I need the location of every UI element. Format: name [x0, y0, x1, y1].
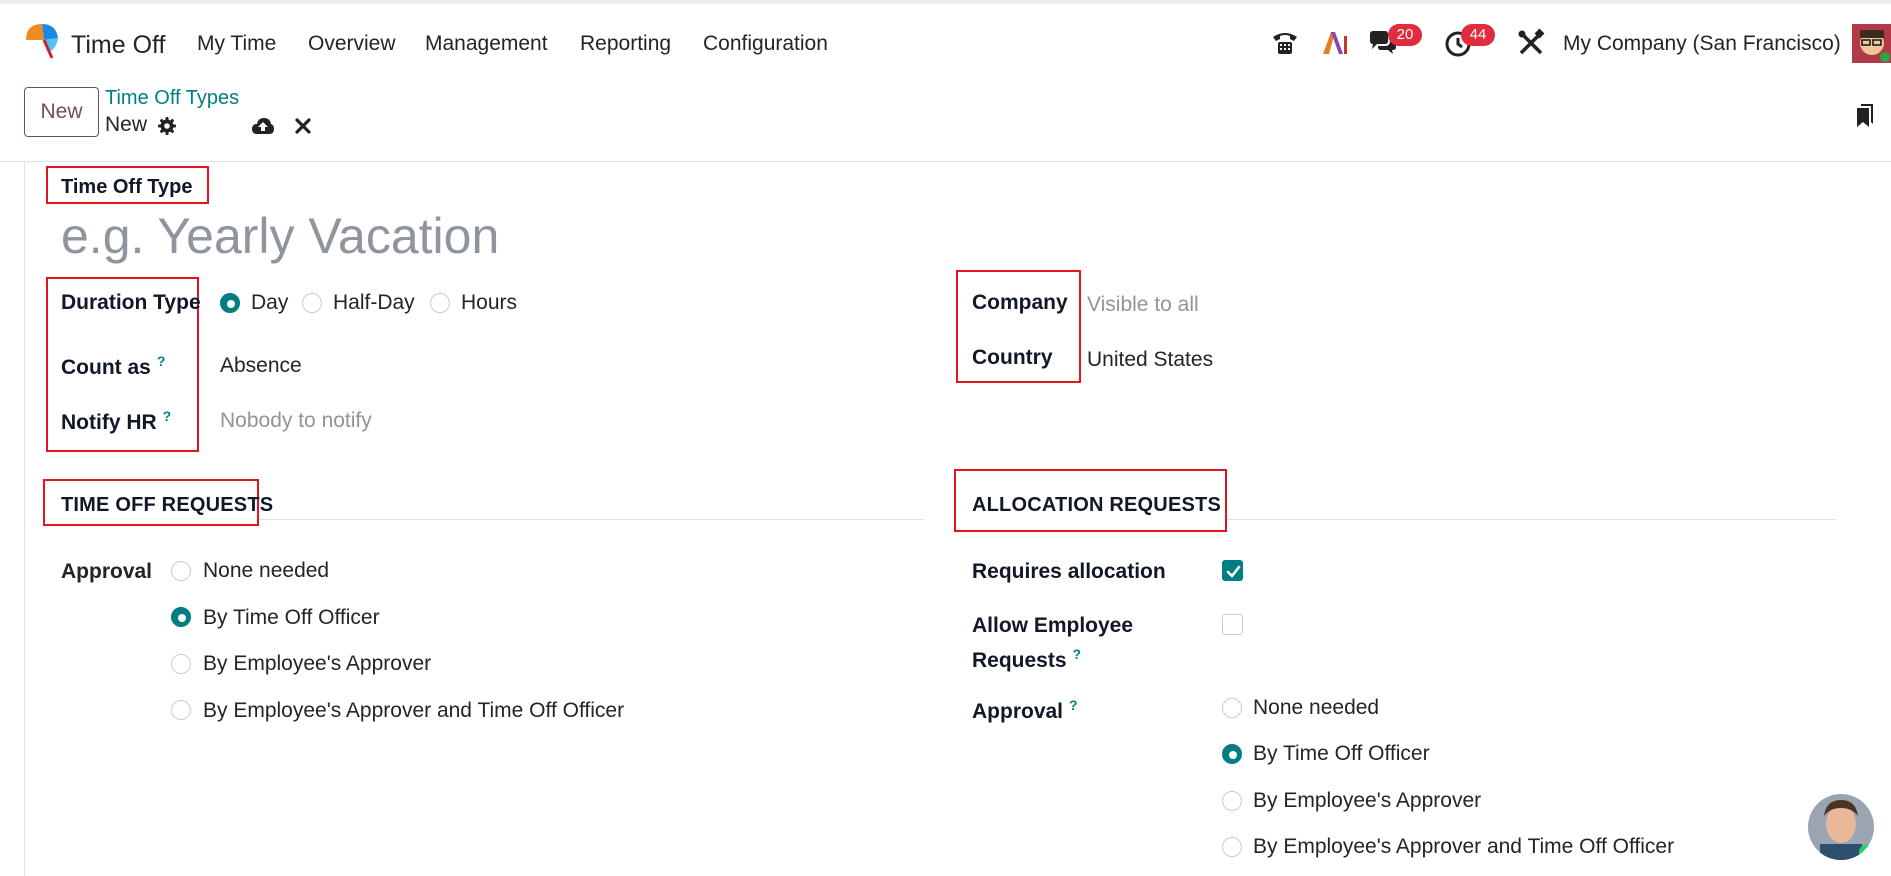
livechat-avatar[interactable]: [1808, 794, 1874, 860]
alloc-approval-both-radio[interactable]: [1222, 837, 1242, 857]
alloc-approval-employee-approver-radio[interactable]: [1222, 791, 1242, 811]
approval-employee-approver-label[interactable]: By Employee's Approver: [203, 652, 431, 676]
alloc-approval-employee-approver-label[interactable]: By Employee's Approver: [1253, 789, 1481, 813]
company-switcher[interactable]: My Company (San Francisco): [1563, 32, 1841, 56]
duration-hours-label[interactable]: Hours: [461, 291, 517, 315]
new-button[interactable]: New: [24, 87, 99, 137]
allocation-approval-label: Approval?: [972, 697, 1078, 723]
allow-employee-requests-checkbox[interactable]: [1222, 614, 1243, 635]
alloc-approval-none-radio[interactable]: [1222, 698, 1242, 718]
menu-my-time[interactable]: My Time: [197, 32, 276, 56]
duration-type-label: Duration Type: [61, 291, 201, 314]
alloc-approval-none-label[interactable]: None needed: [1253, 696, 1379, 720]
activities-badge: 44: [1461, 24, 1495, 46]
approval-label: Approval: [61, 560, 153, 583]
discard-close-icon[interactable]: [295, 118, 311, 134]
requires-allocation-label: Requires allocation: [972, 560, 1166, 583]
time-off-type-name-input[interactable]: e.g. Yearly Vacation: [61, 207, 499, 265]
section-divider: [259, 519, 924, 520]
section-divider: [1227, 519, 1836, 520]
duration-half-day-label[interactable]: Half-Day: [333, 291, 415, 315]
notify-hr-label: Notify HR?: [61, 408, 172, 434]
approval-employee-approver-radio[interactable]: [171, 654, 191, 674]
country-field[interactable]: United States: [1087, 348, 1213, 372]
control-panel: New Time Off Types New: [0, 80, 1891, 162]
alloc-approval-both-label[interactable]: By Employee's Approver and Time Off Offi…: [1253, 835, 1674, 859]
checkmark-icon: [1226, 565, 1241, 578]
time-off-requests-title: TIME OFF REQUESTS: [61, 494, 274, 516]
menu-configuration[interactable]: Configuration: [703, 32, 828, 56]
notify-hr-field[interactable]: Nobody to notify: [220, 409, 372, 433]
company-field[interactable]: Visible to all: [1087, 293, 1199, 317]
alloc-approval-officer-radio[interactable]: [1222, 744, 1242, 764]
requires-allocation-checkbox[interactable]: [1222, 560, 1243, 581]
allow-employee-requests-help[interactable]: ?: [1073, 646, 1082, 662]
approval-both-radio[interactable]: [171, 700, 191, 720]
phone-icon[interactable]: [1270, 28, 1300, 58]
allocation-approval-help[interactable]: ?: [1069, 697, 1078, 713]
duration-day-label[interactable]: Day: [251, 291, 288, 315]
allow-employee-requests-label: Allow Employee: [972, 614, 1134, 637]
menu-overview[interactable]: Overview: [308, 32, 396, 56]
menu-reporting[interactable]: Reporting: [580, 32, 671, 56]
debug-tools-icon[interactable]: [1516, 28, 1546, 58]
duration-day-radio[interactable]: [220, 293, 240, 313]
user-avatar[interactable]: [1852, 24, 1891, 63]
count-as-label: Count as?: [61, 353, 166, 379]
top-navbar: Time Off My Time Overview Management Rep…: [0, 0, 1891, 80]
time-off-app-icon[interactable]: [22, 20, 62, 60]
breadcrumb-time-off-types[interactable]: Time Off Types: [105, 87, 239, 110]
approval-officer-label[interactable]: By Time Off Officer: [203, 606, 380, 630]
country-label: Country: [972, 346, 1053, 369]
duration-half-day-radio[interactable]: [302, 293, 322, 313]
allow-employee-requests-label-cont: Requests?: [972, 646, 1082, 672]
allocation-requests-title: ALLOCATION REQUESTS: [972, 494, 1221, 516]
approval-none-label[interactable]: None needed: [203, 559, 329, 583]
approval-both-label[interactable]: By Employee's Approver and Time Off Offi…: [203, 699, 624, 723]
duration-hours-radio[interactable]: [430, 293, 450, 313]
approval-officer-radio[interactable]: [171, 607, 191, 627]
count-as-help[interactable]: ?: [157, 353, 166, 369]
save-cloud-icon[interactable]: [251, 116, 275, 136]
notify-hr-help[interactable]: ?: [163, 408, 172, 424]
count-as-field[interactable]: Absence: [220, 354, 302, 378]
app-name[interactable]: Time Off: [71, 31, 165, 60]
messages-badge: 20: [1388, 24, 1422, 46]
approval-none-radio[interactable]: [171, 561, 191, 581]
time-off-type-label: Time Off Type: [61, 176, 193, 198]
ai-icon[interactable]: [1320, 28, 1350, 58]
gear-icon[interactable]: [157, 116, 177, 136]
menu-management[interactable]: Management: [425, 32, 548, 56]
company-label: Company: [972, 291, 1068, 314]
breadcrumb-current: New: [105, 113, 148, 136]
alloc-approval-officer-label[interactable]: By Time Off Officer: [1253, 742, 1430, 766]
bookmark-icon[interactable]: [1855, 102, 1875, 128]
